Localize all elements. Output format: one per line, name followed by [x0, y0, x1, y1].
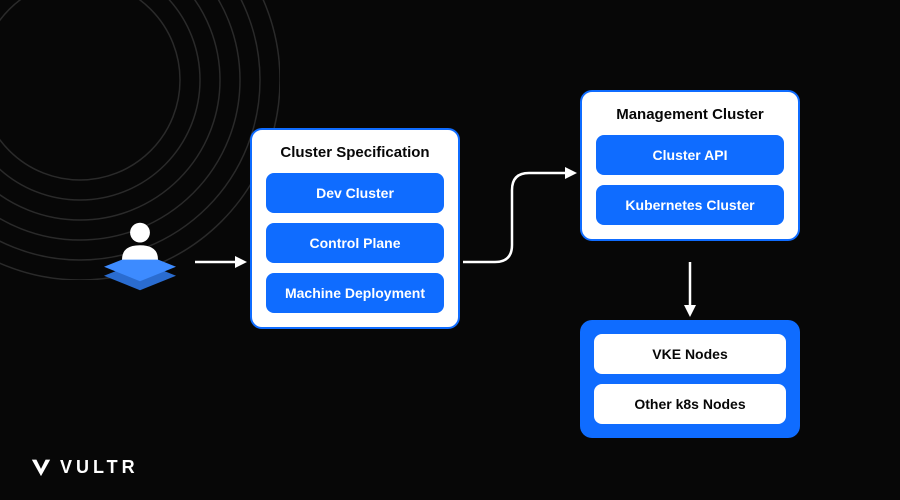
spec-item: Machine Deployment — [266, 273, 444, 313]
spec-item: Dev Cluster — [266, 173, 444, 213]
mgmt-item: Kubernetes Cluster — [596, 185, 784, 225]
card-title: Management Cluster — [596, 106, 784, 123]
spec-item: Control Plane — [266, 223, 444, 263]
brand-name: VULTR — [60, 457, 139, 478]
brand-logo: VULTR — [30, 456, 139, 478]
nodes-item: VKE Nodes — [594, 334, 786, 374]
management-cluster-card: Management Cluster Cluster API Kubernete… — [580, 90, 800, 241]
cluster-specification-card: Cluster Specification Dev Cluster Contro… — [250, 128, 460, 329]
user-on-layers-icon — [95, 220, 185, 310]
nodes-item: Other k8s Nodes — [594, 384, 786, 424]
vultr-logo-icon — [30, 456, 52, 478]
card-title: Cluster Specification — [266, 144, 444, 161]
nodes-card: VKE Nodes Other k8s Nodes — [580, 320, 800, 438]
mgmt-item: Cluster API — [596, 135, 784, 175]
